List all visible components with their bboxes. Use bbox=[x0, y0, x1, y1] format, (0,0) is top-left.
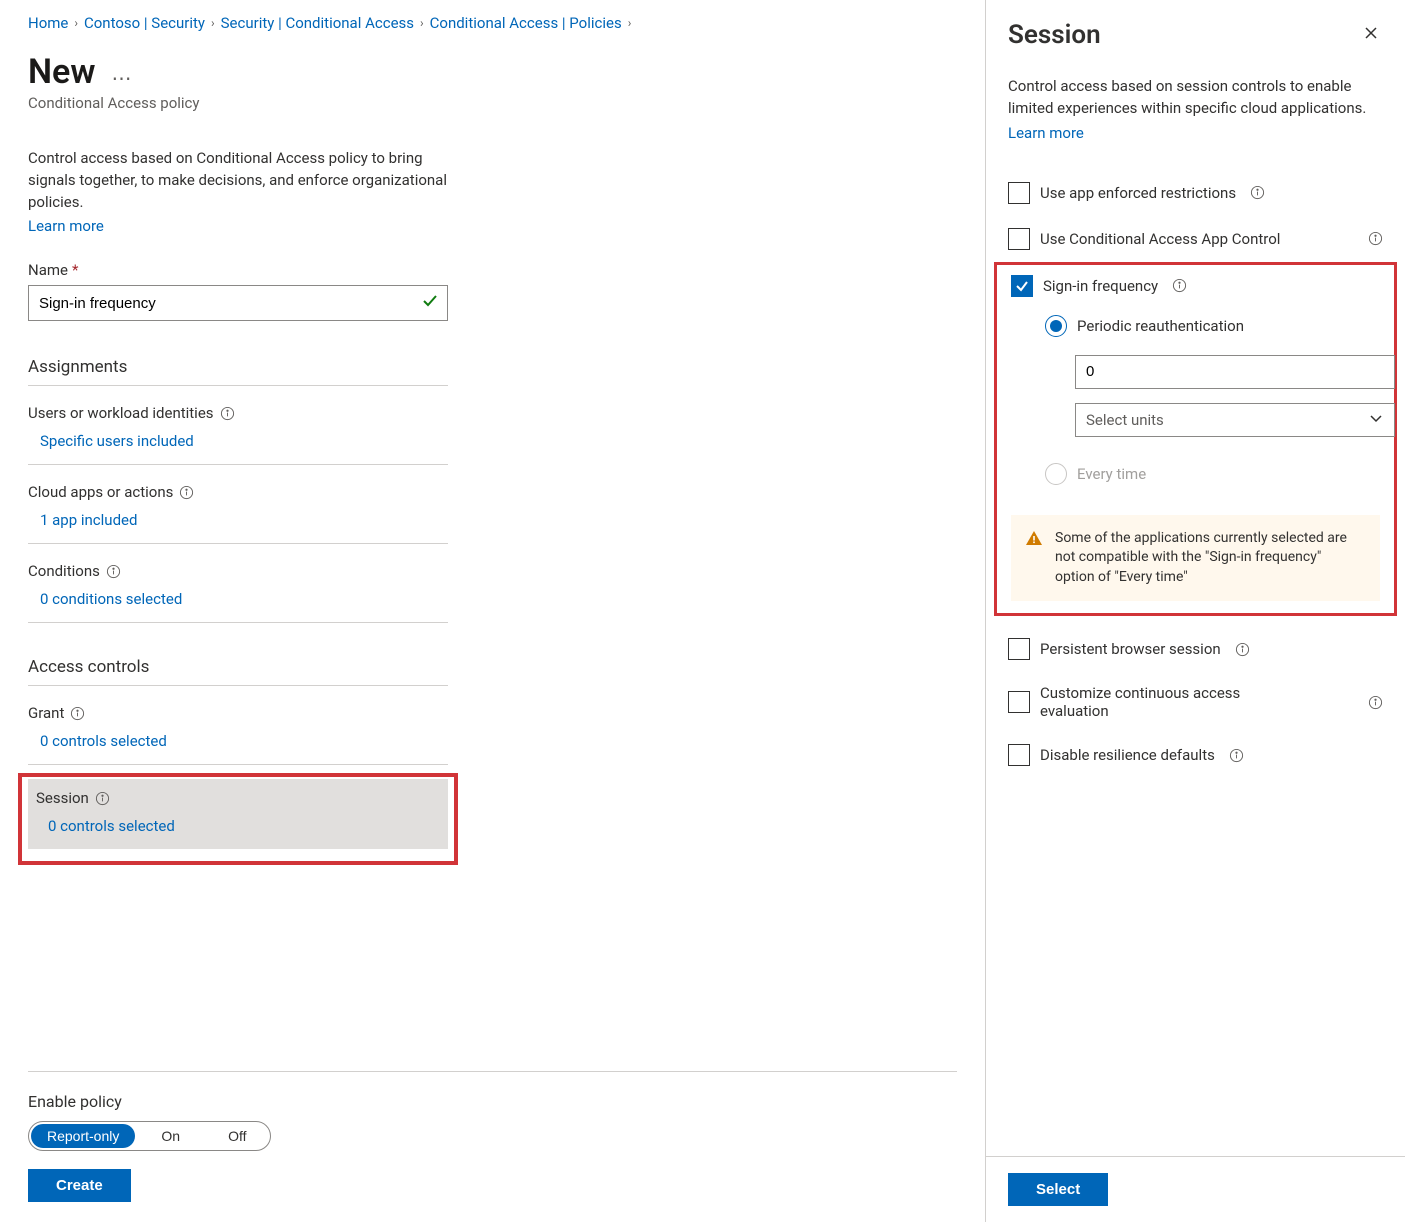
assignments-header: Assignments bbox=[28, 357, 448, 386]
radio-every-time[interactable]: Every time bbox=[1045, 463, 1380, 485]
page-title: New bbox=[28, 52, 95, 92]
setting-session-label: Session bbox=[36, 789, 89, 807]
name-label: Name * bbox=[28, 261, 957, 279]
breadcrumb-ca-policies[interactable]: Conditional Access | Policies bbox=[430, 14, 622, 32]
option-label: Persistent browser session bbox=[1040, 640, 1221, 658]
option-label: Use app enforced restrictions bbox=[1040, 184, 1236, 202]
setting-users-label: Users or workload identities bbox=[28, 404, 214, 422]
panel-description: Control access based on session controls… bbox=[1008, 76, 1383, 120]
signin-frequency-highlight: Sign-in frequency Periodic reauthenticat… bbox=[994, 262, 1397, 617]
session-highlight-box: Session 0 controls selected bbox=[18, 773, 458, 865]
option-persistent-browser[interactable]: Persistent browser session bbox=[1008, 638, 1383, 660]
setting-session[interactable]: Session 0 controls selected bbox=[28, 779, 448, 849]
checkbox-continuous-access[interactable] bbox=[1008, 691, 1030, 713]
checkbox-persistent-browser[interactable] bbox=[1008, 638, 1030, 660]
option-signin-frequency[interactable]: Sign-in frequency bbox=[1011, 275, 1380, 297]
checkbox-signin-frequency[interactable] bbox=[1011, 275, 1033, 297]
required-indicator: * bbox=[72, 261, 78, 279]
create-button[interactable]: Create bbox=[28, 1169, 131, 1202]
enable-policy-label: Enable policy bbox=[28, 1092, 957, 1111]
chevron-right-icon: › bbox=[628, 16, 632, 30]
radio-label: Every time bbox=[1077, 465, 1146, 483]
conditions-value-link[interactable]: 0 conditions selected bbox=[28, 590, 182, 608]
more-menu-button[interactable]: ⋯ bbox=[111, 54, 132, 90]
select-button[interactable]: Select bbox=[1008, 1173, 1108, 1206]
enable-option-off[interactable]: Off bbox=[204, 1122, 270, 1150]
enable-option-on[interactable]: On bbox=[137, 1122, 204, 1150]
panel-learn-more-link[interactable]: Learn more bbox=[1008, 124, 1084, 142]
chevron-right-icon: › bbox=[74, 16, 78, 30]
session-value-link[interactable]: 0 controls selected bbox=[36, 817, 175, 835]
info-icon[interactable] bbox=[1250, 185, 1265, 200]
learn-more-link[interactable]: Learn more bbox=[28, 217, 957, 235]
option-disable-resilience[interactable]: Disable resilience defaults bbox=[1008, 744, 1383, 766]
page-subtitle: Conditional Access policy bbox=[28, 94, 957, 112]
radio-every-time-control[interactable] bbox=[1045, 463, 1067, 485]
frequency-units-select[interactable]: Select units bbox=[1075, 403, 1395, 437]
info-icon[interactable] bbox=[1368, 231, 1383, 246]
page-description: Control access based on Conditional Acce… bbox=[28, 148, 448, 213]
setting-apps-label: Cloud apps or actions bbox=[28, 483, 173, 501]
session-panel: Session Control access based on session … bbox=[985, 0, 1405, 1222]
chevron-right-icon: › bbox=[420, 16, 424, 30]
option-label: Sign-in frequency bbox=[1043, 277, 1158, 295]
users-value-link[interactable]: Specific users included bbox=[28, 432, 194, 450]
info-icon[interactable] bbox=[106, 564, 121, 579]
info-icon[interactable] bbox=[1229, 748, 1244, 763]
select-placeholder: Select units bbox=[1086, 411, 1164, 429]
breadcrumb: Home › Contoso | Security › Security | C… bbox=[28, 14, 957, 32]
setting-conditions-label: Conditions bbox=[28, 562, 100, 580]
option-label: Disable resilience defaults bbox=[1040, 746, 1215, 764]
setting-grant[interactable]: Grant 0 controls selected bbox=[28, 696, 448, 765]
checkmark-icon bbox=[422, 293, 438, 313]
info-icon[interactable] bbox=[179, 485, 194, 500]
setting-apps[interactable]: Cloud apps or actions 1 app included bbox=[28, 475, 448, 544]
grant-value-link[interactable]: 0 controls selected bbox=[28, 732, 167, 750]
enable-option-report-only[interactable]: Report-only bbox=[31, 1124, 135, 1148]
info-icon[interactable] bbox=[1172, 278, 1187, 293]
panel-title: Session bbox=[1008, 20, 1101, 50]
enable-policy-toggle: Report-only On Off bbox=[28, 1121, 271, 1151]
chevron-down-icon bbox=[1368, 410, 1384, 430]
setting-conditions[interactable]: Conditions 0 conditions selected bbox=[28, 554, 448, 623]
chevron-right-icon: › bbox=[211, 16, 215, 30]
radio-periodic-control[interactable] bbox=[1045, 315, 1067, 337]
access-controls-header: Access controls bbox=[28, 657, 448, 686]
warning-text: Some of the applications currently selec… bbox=[1055, 530, 1347, 585]
breadcrumb-contoso-security[interactable]: Contoso | Security bbox=[84, 14, 205, 32]
radio-periodic[interactable]: Periodic reauthentication bbox=[1045, 315, 1380, 337]
option-continuous-access[interactable]: Customize continuous access evaluation bbox=[1008, 684, 1383, 720]
setting-grant-label: Grant bbox=[28, 704, 64, 722]
checkbox-disable-resilience[interactable] bbox=[1008, 744, 1030, 766]
option-label: Customize continuous access evaluation bbox=[1040, 684, 1280, 720]
info-icon[interactable] bbox=[1235, 642, 1250, 657]
breadcrumb-security-ca[interactable]: Security | Conditional Access bbox=[221, 14, 414, 32]
info-icon[interactable] bbox=[70, 706, 85, 721]
warning-message: Some of the applications currently selec… bbox=[1011, 515, 1380, 602]
option-ca-app-control[interactable]: Use Conditional Access App Control bbox=[1008, 228, 1383, 250]
breadcrumb-home[interactable]: Home bbox=[28, 14, 68, 32]
close-icon[interactable] bbox=[1359, 21, 1383, 50]
apps-value-link[interactable]: 1 app included bbox=[28, 511, 137, 529]
name-input[interactable] bbox=[28, 285, 448, 321]
checkbox-app-enforced[interactable] bbox=[1008, 182, 1030, 204]
option-label: Use Conditional Access App Control bbox=[1040, 230, 1280, 248]
radio-label: Periodic reauthentication bbox=[1077, 317, 1244, 335]
info-icon[interactable] bbox=[220, 406, 235, 421]
checkbox-ca-app-control[interactable] bbox=[1008, 228, 1030, 250]
warning-icon bbox=[1025, 529, 1043, 554]
info-icon[interactable] bbox=[1368, 695, 1383, 710]
setting-users[interactable]: Users or workload identities Specific us… bbox=[28, 396, 448, 465]
info-icon[interactable] bbox=[95, 791, 110, 806]
frequency-number-input[interactable] bbox=[1075, 355, 1395, 389]
option-app-enforced[interactable]: Use app enforced restrictions bbox=[1008, 182, 1383, 204]
